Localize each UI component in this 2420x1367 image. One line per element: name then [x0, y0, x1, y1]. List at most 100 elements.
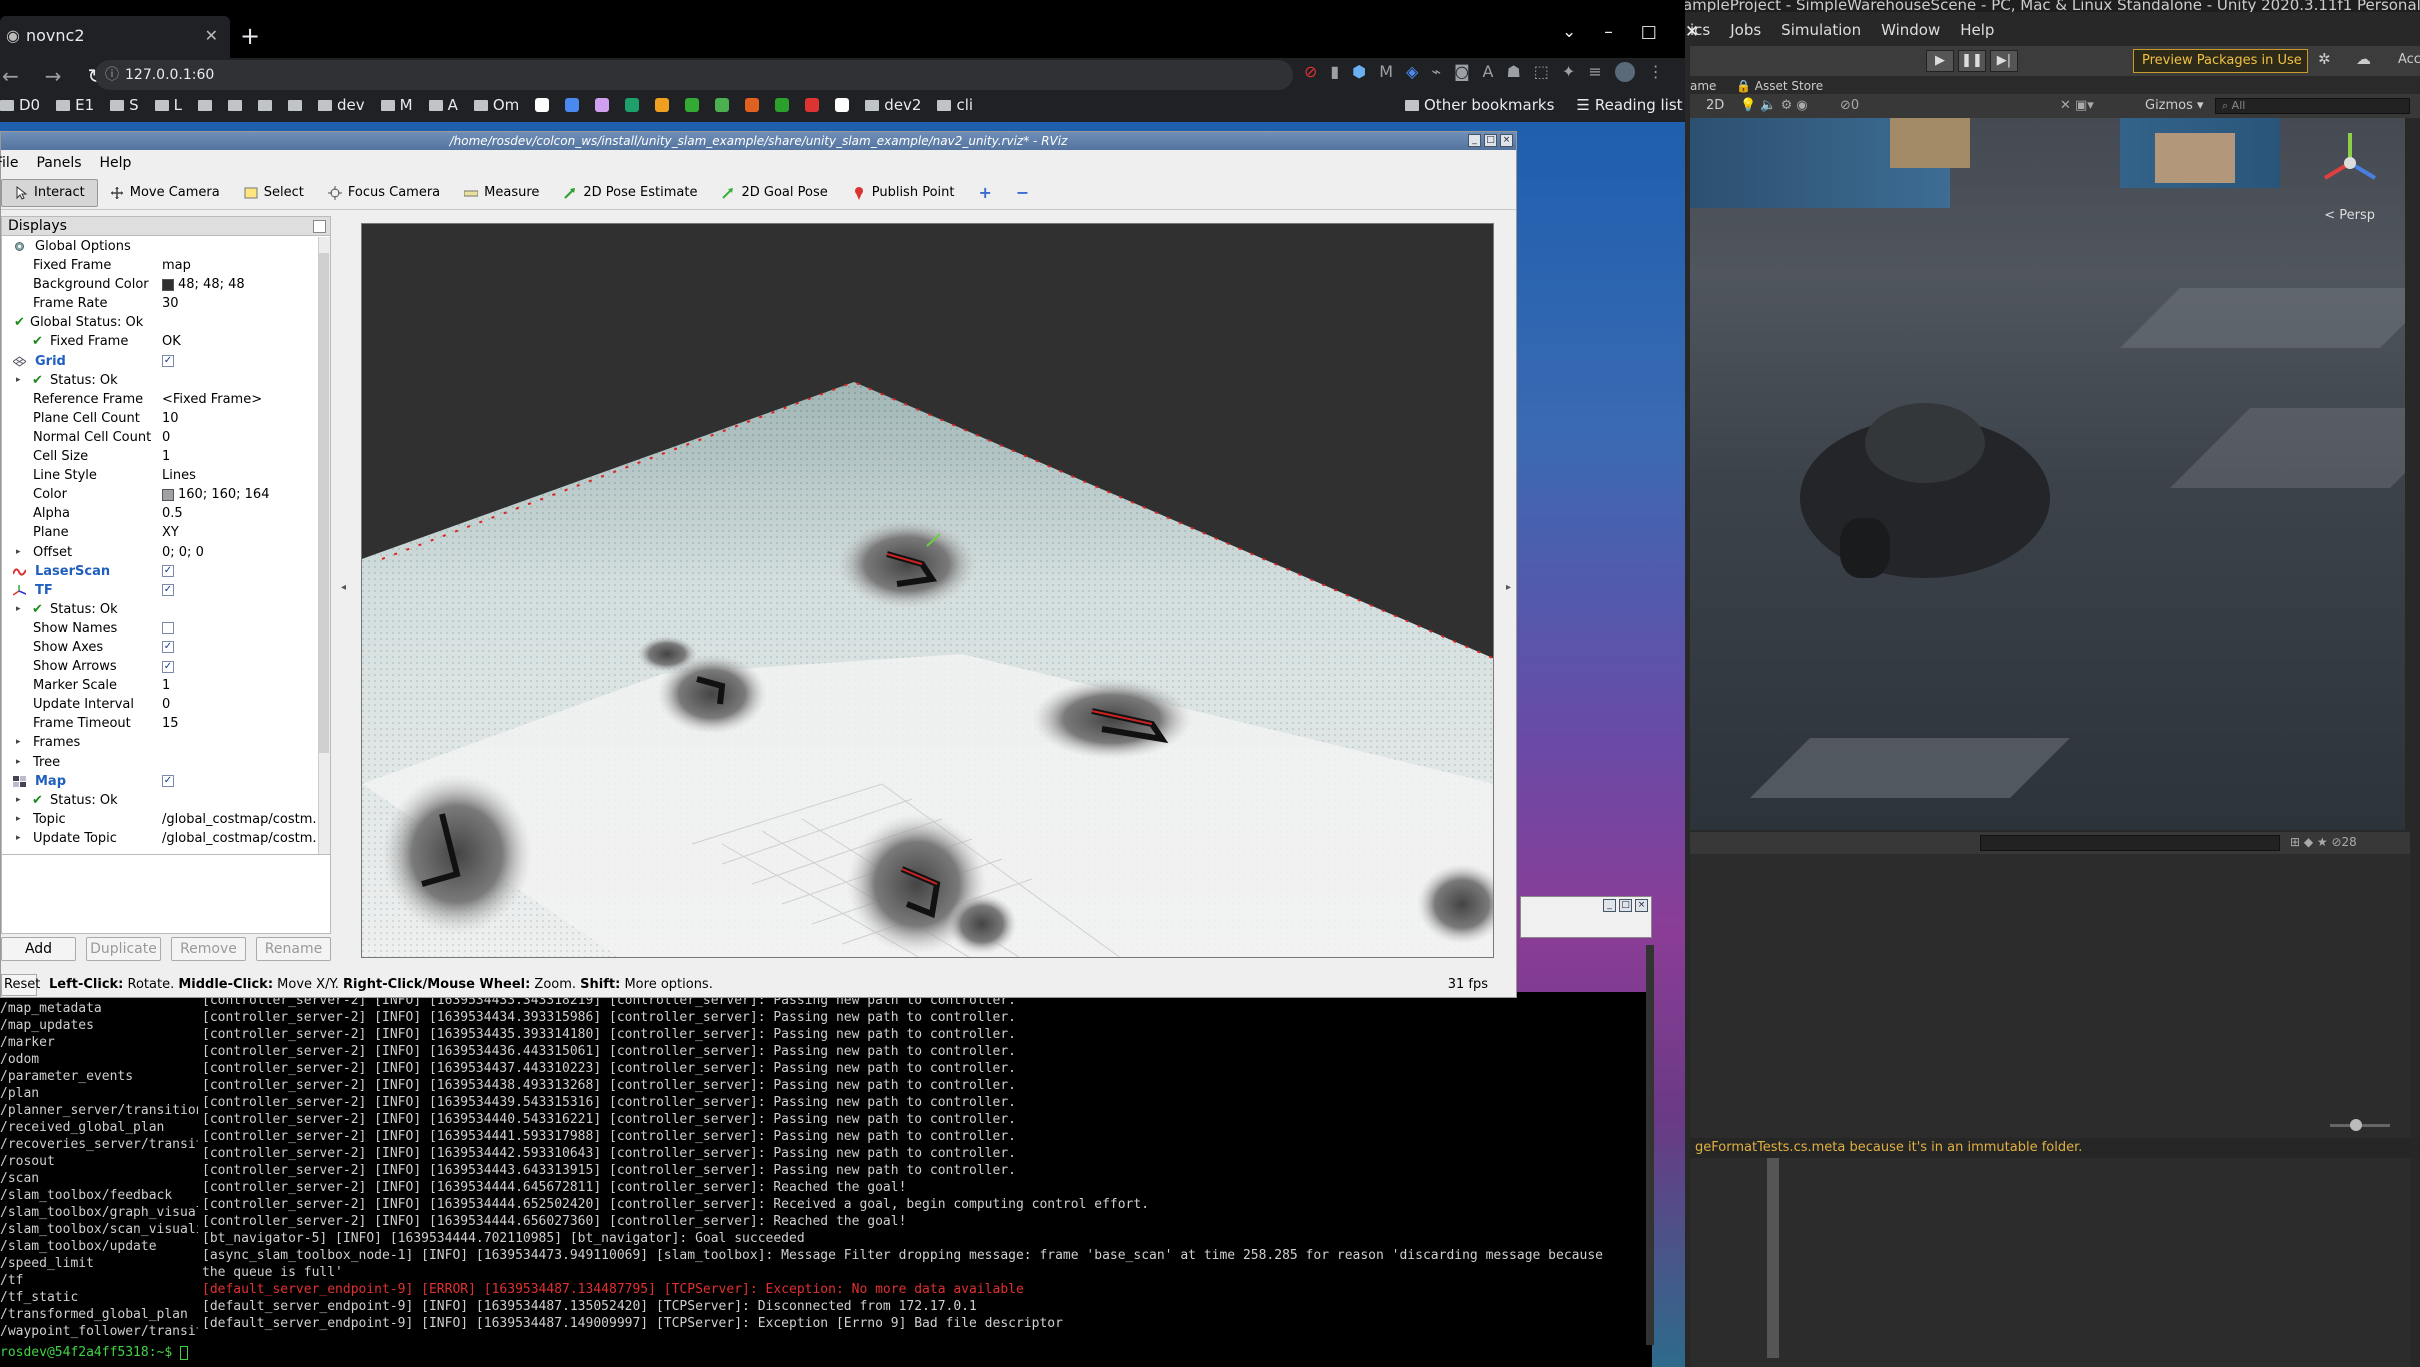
- tree-row[interactable]: Plane Cell Count 10: [2, 409, 318, 428]
- expand-arrow-icon[interactable]: ▸: [16, 733, 21, 752]
- maximize-button[interactable]: □: [1484, 134, 1497, 147]
- remove-tool-button[interactable]: −: [1004, 179, 1041, 207]
- checkbox[interactable]: [162, 622, 174, 635]
- maximize-icon[interactable]: □: [1641, 22, 1657, 42]
- expand-arrow-icon[interactable]: ▸: [16, 600, 21, 619]
- close-tab-icon[interactable]: ✕: [205, 16, 218, 56]
- tree-row[interactable]: Line Style Lines: [2, 466, 318, 485]
- tree-row-checkbox[interactable]: ✓: [162, 352, 317, 371]
- tree-row[interactable]: Plane XY: [2, 523, 318, 542]
- undock-button[interactable]: [313, 220, 326, 233]
- bookmark-item[interactable]: [655, 98, 670, 112]
- unity-menu-window[interactable]: Window: [1881, 21, 1940, 39]
- remove-display-button[interactable]: Remove: [171, 937, 246, 961]
- bookmark-item[interactable]: [775, 98, 790, 112]
- tree-row-checkbox[interactable]: ✓: [162, 657, 317, 676]
- menu-panels[interactable]: Panels: [36, 152, 81, 174]
- tree-row-value[interactable]: 0: [162, 695, 317, 714]
- tree-row-value[interactable]: Lines: [162, 466, 317, 485]
- extension-icon[interactable]: ▮: [1330, 62, 1339, 82]
- bookmark-item[interactable]: [625, 98, 640, 112]
- extension-icon[interactable]: ⊘: [1304, 62, 1317, 82]
- close-button[interactable]: ×: [1500, 134, 1513, 147]
- tree-row[interactable]: Normal Cell Count 0: [2, 428, 318, 447]
- tree-row[interactable]: ▸ Topic/global_costmap/costm...: [2, 810, 318, 829]
- tree-row-value[interactable]: 48; 48; 48: [162, 275, 317, 294]
- extension-icon[interactable]: ⬢: [1352, 62, 1366, 82]
- tree-row-value[interactable]: /global_costmap/costm...: [162, 829, 317, 848]
- rename-display-button[interactable]: Rename: [256, 937, 331, 961]
- play-button[interactable]: ▶: [1926, 50, 1954, 72]
- lighting-icon[interactable]: 💡 🔈 ⚙ ◉: [1740, 94, 1808, 118]
- tree-row[interactable]: Frame Timeout 15: [2, 714, 318, 733]
- splitter-left-arrow-icon[interactable]: ◂: [341, 582, 346, 593]
- tree-row[interactable]: ▸ ✔ Status: Ok: [2, 371, 318, 390]
- bookmark-item[interactable]: D0: [0, 96, 40, 114]
- tree-row[interactable]: ▸ Offset 0; 0; 0: [2, 543, 318, 562]
- tab-search-icon[interactable]: ⌄: [1562, 22, 1576, 42]
- expand-arrow-icon[interactable]: ▸: [16, 829, 21, 848]
- preview-packages-dropdown[interactable]: Preview Packages in Use ▾: [2133, 49, 2308, 90]
- tree-row-value[interactable]: 1: [162, 447, 317, 466]
- tree-row-checkbox[interactable]: [162, 619, 317, 638]
- console-status-bar[interactable]: geFormatTests.cs.meta because it's in an…: [1690, 1138, 2420, 1158]
- add-tool-button[interactable]: +: [966, 179, 1003, 207]
- tree-row[interactable]: Frame Rate 30: [2, 294, 318, 313]
- terminal-prompt[interactable]: rosdev@54f2a4ff5318:~$: [0, 1345, 189, 1360]
- extension-icon[interactable]: M: [1379, 62, 1393, 82]
- bookmark-item[interactable]: Om: [473, 96, 519, 114]
- tree-row[interactable]: Alpha 0.5: [2, 504, 318, 523]
- bookmark-item[interactable]: S: [110, 96, 139, 114]
- tab-game[interactable]: ame: [1690, 76, 1716, 96]
- unity-scrollbar[interactable]: [1767, 1158, 1779, 1358]
- orientation-gizmo-icon[interactable]: [2320, 128, 2380, 198]
- expand-arrow-icon[interactable]: ▸: [16, 543, 21, 562]
- tree-row[interactable]: ▸ ✔ Status: Ok: [2, 600, 318, 619]
- zoom-slider-thumb[interactable]: [2350, 1119, 2362, 1131]
- gizmos-dropdown[interactable]: Gizmos ▾: [2145, 94, 2204, 118]
- bookmark-item[interactable]: [535, 98, 550, 112]
- tool-move-camera[interactable]: Move Camera: [98, 179, 232, 207]
- bookmark-item[interactable]: [715, 98, 730, 112]
- tree-row-value[interactable]: 0; 0; 0: [162, 543, 317, 562]
- bookmark-item[interactable]: [595, 98, 610, 112]
- duplicate-display-button[interactable]: Duplicate: [86, 937, 161, 961]
- persp-label[interactable]: < Persp: [2324, 208, 2375, 223]
- expand-arrow-icon[interactable]: ▸: [16, 371, 21, 390]
- tree-row-value[interactable]: OK: [162, 332, 317, 351]
- bookmark-item[interactable]: [228, 99, 243, 111]
- menu-icon[interactable]: ⋮: [1648, 62, 1664, 82]
- camera-icon[interactable]: ◙: [1454, 62, 1470, 82]
- tree-row-value[interactable]: XY: [162, 523, 317, 542]
- bookmark-item[interactable]: [835, 98, 850, 112]
- tree-row[interactable]: Update Interval 0: [2, 695, 318, 714]
- tree-row[interactable]: Cell Size 1: [2, 447, 318, 466]
- browser-tab[interactable]: ◉ novnc2 ✕: [0, 16, 230, 58]
- tools-icon[interactable]: ✕ ▣▾: [2060, 94, 2094, 118]
- bookmark-item[interactable]: E1: [56, 96, 94, 114]
- collab-icon[interactable]: ✲: [2318, 50, 2331, 68]
- tree-row-value[interactable]: /global_costmap/costm...: [162, 810, 317, 829]
- maximize-button[interactable]: □: [1619, 899, 1632, 912]
- tree-row[interactable]: Grid ✓: [2, 352, 318, 371]
- bookmark-item[interactable]: M: [380, 96, 413, 114]
- tree-row[interactable]: ✔ Fixed Frame OK: [2, 332, 318, 351]
- unity-menu-help[interactable]: Help: [1960, 21, 1994, 39]
- bookmark-item[interactable]: [258, 99, 273, 111]
- account-button[interactable]: Acc: [2398, 52, 2420, 67]
- bookmark-item[interactable]: A: [428, 96, 458, 114]
- tree-row-value[interactable]: 160; 160; 164: [162, 485, 317, 504]
- step-button[interactable]: ▶|: [1990, 50, 2018, 72]
- tree-row-checkbox[interactable]: ✓: [162, 638, 317, 657]
- tree-row[interactable]: Color 160; 160; 164: [2, 485, 318, 504]
- bookmark-item[interactable]: dev2: [865, 96, 921, 114]
- expand-arrow-icon[interactable]: ▸: [16, 753, 21, 772]
- close-icon[interactable]: ✕: [1685, 22, 1699, 42]
- checkbox[interactable]: ✓: [162, 660, 174, 673]
- checkbox[interactable]: ✓: [162, 565, 174, 578]
- tree-scrollbar-thumb[interactable]: [319, 253, 329, 753]
- bookmark-item[interactable]: [288, 99, 303, 111]
- unity-scene-view[interactable]: < Persp: [1690, 118, 2405, 830]
- reset-button[interactable]: Reset: [1, 974, 40, 996]
- new-tab-button[interactable]: +: [240, 22, 260, 50]
